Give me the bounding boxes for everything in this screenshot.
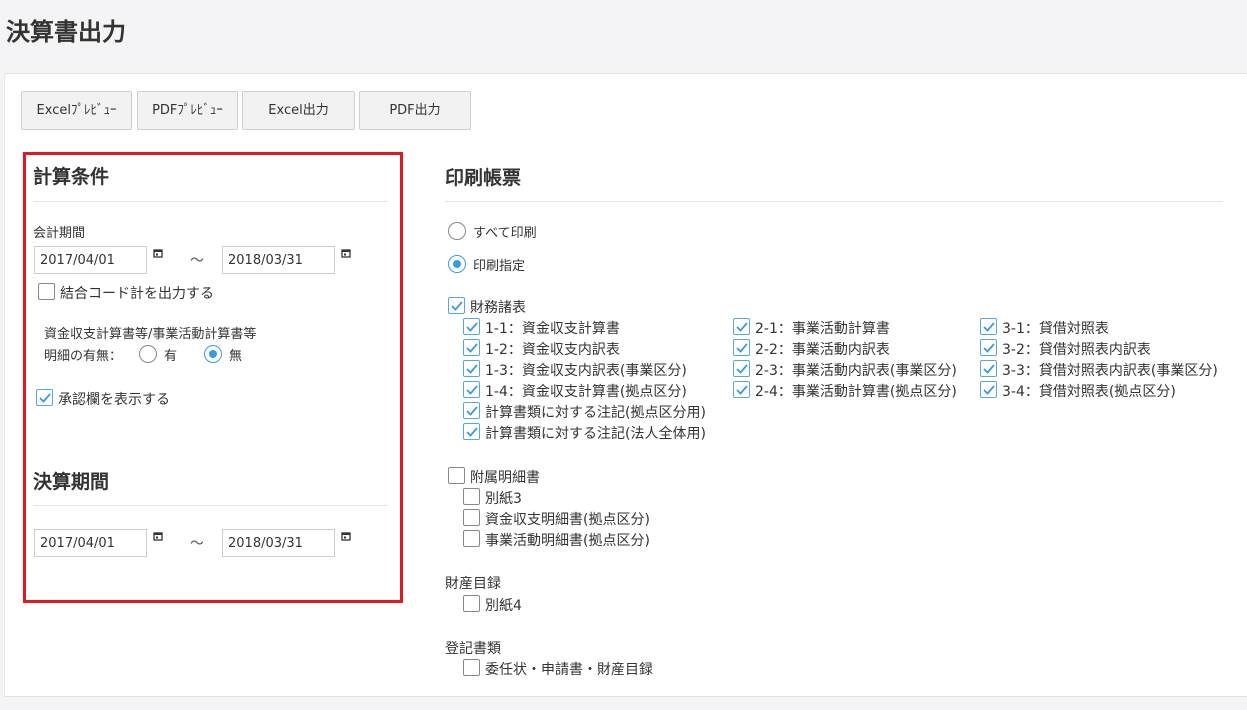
attached-item-label: 事業活動明細書(拠点区分) (485, 533, 650, 549)
check-icon (736, 322, 748, 332)
detail-yes-radio[interactable] (139, 345, 157, 363)
financial-statement-label: 1-2：資金収支内訳表 (485, 342, 620, 358)
pdf-output-button[interactable]: PDF出力 (359, 91, 471, 130)
radio-dot (209, 350, 217, 358)
check-icon (466, 343, 478, 353)
tilde-separator: ～ (190, 536, 204, 552)
financial-statement-label: 2-3：事業活動内訳表(事業区分) (755, 363, 957, 379)
page-title: 決算書出力 (6, 18, 126, 46)
registration-docs-label: 登記書類 (445, 641, 501, 657)
property-item-label: 別紙4 (485, 598, 522, 614)
print-specify-radio[interactable] (448, 255, 466, 273)
check-icon (983, 322, 995, 332)
registration-item-label: 委任状・申請書・財産目録 (485, 662, 653, 678)
excel-output-button[interactable]: Excel出力 (242, 91, 355, 130)
financial-statement-checkbox[interactable] (463, 423, 480, 440)
financial-statement-checkbox[interactable] (463, 402, 480, 419)
check-icon (39, 393, 51, 403)
financial-statement-checkbox[interactable] (980, 318, 997, 335)
financial-statement-label: 3-2：貸借対照表内訳表 (1002, 342, 1151, 358)
calendar-icon[interactable] (153, 248, 163, 258)
check-icon (466, 385, 478, 395)
detail-no-label: 無 (229, 349, 243, 364)
check-icon (466, 427, 478, 437)
financial-statement-label: 2-2：事業活動内訳表 (755, 342, 890, 358)
calendar-icon[interactable] (341, 248, 351, 258)
divider (33, 505, 388, 506)
approval-label: 承認欄を表示する (58, 392, 170, 408)
financial-statements-checkbox[interactable] (448, 297, 465, 314)
check-icon (983, 385, 995, 395)
detail-yes-label: 有 (164, 349, 178, 364)
detail-no-radio[interactable] (204, 345, 222, 363)
check-icon (736, 364, 748, 374)
check-icon (736, 385, 748, 395)
property-list-label: 財産目録 (445, 576, 501, 592)
financial-statement-label: 1-4：資金収支計算書(拠点区分) (485, 384, 687, 400)
settlement-end-date-input[interactable] (222, 529, 335, 557)
approval-checkbox[interactable] (36, 389, 53, 406)
attached-statements-label: 附属明細書 (470, 470, 540, 486)
financial-statement-checkbox[interactable] (733, 318, 750, 335)
detail-label: 明細の有無： (44, 349, 123, 364)
radio-dot (453, 260, 461, 268)
detail-heading: 資金収支計算書等/事業活動計算書等 (44, 327, 257, 342)
financial-statement-checkbox[interactable] (733, 360, 750, 377)
attached-item-label: 別紙3 (485, 491, 522, 507)
attached-item-checkbox[interactable] (463, 488, 480, 505)
check-icon (983, 343, 995, 353)
financial-statement-label: 3-4：貸借対照表(拠点区分) (1002, 384, 1176, 400)
divider (33, 201, 388, 202)
check-icon (466, 406, 478, 416)
financial-statement-checkbox[interactable] (463, 318, 480, 335)
settlement-start-date-input[interactable] (34, 529, 147, 557)
pdf-preview-button[interactable]: PDFﾌﾟﾚﾋﾞｭｰ (137, 91, 238, 130)
financial-statement-label: 1-3：資金収支内訳表(事業区分) (485, 363, 687, 379)
print-all-label: すべて印刷 (473, 226, 537, 241)
financial-statement-checkbox[interactable] (463, 360, 480, 377)
print-forms-title: 印刷帳票 (445, 167, 522, 189)
calendar-icon[interactable] (341, 531, 351, 541)
financial-statement-checkbox[interactable] (463, 381, 480, 398)
financial-statement-checkbox[interactable] (733, 339, 750, 356)
combined-code-label: 結合コード計を出力する (60, 286, 214, 302)
check-icon (983, 364, 995, 374)
financial-statement-label: 2-4：事業活動計算書(拠点区分) (755, 384, 957, 400)
financial-statement-checkbox[interactable] (733, 381, 750, 398)
calendar-icon[interactable] (153, 531, 163, 541)
excel-preview-button[interactable]: Excelﾌﾟﾚﾋﾞｭｰ (21, 91, 132, 130)
financial-statement-label: 1-1：資金収支計算書 (485, 321, 620, 337)
financial-statement-label: 3-3：貸借対照表内訳表(事業区分) (1002, 363, 1218, 379)
calc-conditions-title: 計算条件 (33, 166, 110, 188)
financial-statement-checkbox[interactable] (980, 360, 997, 377)
financial-statement-label: 計算書類に対する注記(法人全体用) (485, 426, 706, 442)
fiscal-period-label: 会計期間 (33, 226, 86, 241)
financial-statement-label: 2-1：事業活動計算書 (755, 321, 890, 337)
fiscal-end-date-input[interactable] (222, 246, 335, 274)
tilde-separator: ～ (190, 253, 204, 269)
financial-statement-checkbox[interactable] (463, 339, 480, 356)
check-icon (451, 301, 463, 311)
property-item-checkbox[interactable] (463, 595, 480, 612)
financial-statement-checkbox[interactable] (980, 381, 997, 398)
financial-statement-checkbox[interactable] (980, 339, 997, 356)
print-all-radio[interactable] (448, 222, 466, 240)
divider (445, 201, 1223, 202)
financial-statement-label: 計算書類に対する注記(拠点区分用) (485, 405, 706, 421)
registration-item-checkbox[interactable] (463, 659, 480, 676)
attached-item-checkbox[interactable] (463, 530, 480, 547)
combined-code-checkbox[interactable] (38, 283, 55, 300)
check-icon (466, 364, 478, 374)
settlement-period-title: 決算期間 (33, 471, 110, 493)
attached-item-checkbox[interactable] (463, 509, 480, 526)
check-icon (466, 322, 478, 332)
financial-statements-label: 財務諸表 (470, 300, 526, 316)
financial-statement-label: 3-1：貸借対照表 (1002, 321, 1109, 337)
check-icon (736, 343, 748, 353)
print-specify-label: 印刷指定 (473, 259, 526, 274)
attached-item-label: 資金収支明細書(拠点区分) (485, 512, 650, 528)
attached-statements-checkbox[interactable] (448, 467, 465, 484)
fiscal-start-date-input[interactable] (34, 246, 147, 274)
